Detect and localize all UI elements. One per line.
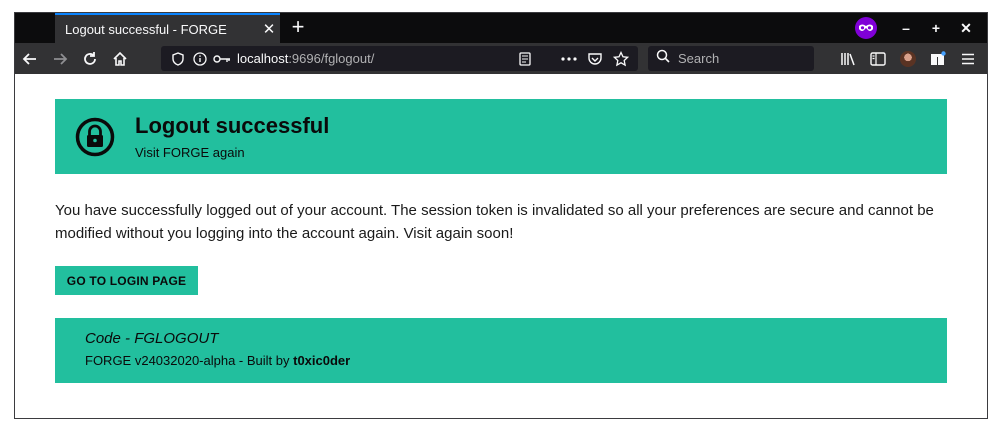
page-title: Logout successful xyxy=(135,113,330,138)
avatar[interactable] xyxy=(893,50,923,67)
go-to-login-button[interactable]: GO TO LOGIN PAGE xyxy=(55,266,198,295)
new-tab-button[interactable]: + xyxy=(287,16,309,40)
url-host: localhost xyxy=(237,51,289,66)
navigation-toolbar: localhost:9696/fglogout/ Search xyxy=(15,43,987,74)
tab-title: Logout successful - FORGE xyxy=(65,21,227,37)
url-bar-actions xyxy=(512,46,634,71)
library-icon[interactable] xyxy=(833,52,863,66)
key-icon[interactable] xyxy=(211,54,233,64)
search-input[interactable]: Search xyxy=(648,46,814,71)
reader-icon[interactable] xyxy=(512,51,538,66)
logout-message: You have successfully logged out of your… xyxy=(55,202,934,242)
menu-icon[interactable] xyxy=(953,53,983,65)
footer-version-text: FORGE v24032020-alpha - Built by xyxy=(85,353,294,368)
extensions-icon[interactable] xyxy=(923,50,953,67)
search-icon xyxy=(656,49,670,68)
back-icon[interactable] xyxy=(15,45,45,73)
more-icon[interactable] xyxy=(556,56,582,61)
browser-window: Logout successful - FORGE ✕ + – + ✕ loca… xyxy=(14,12,988,419)
footer-code: Code - FGLOGOUT xyxy=(85,330,219,347)
page-subtitle: Visit FORGE again xyxy=(135,145,245,160)
window-controls: – + ✕ xyxy=(855,13,981,43)
tab-close-icon[interactable]: ✕ xyxy=(258,20,280,38)
minimize-button[interactable]: – xyxy=(891,20,921,36)
search-placeholder: Search xyxy=(678,51,720,66)
url-bar[interactable]: localhost:9696/fglogout/ xyxy=(161,46,638,71)
close-window-button[interactable]: ✕ xyxy=(951,20,981,37)
tab-active[interactable]: Logout successful - FORGE ✕ xyxy=(55,13,280,43)
reload-icon[interactable] xyxy=(75,45,105,73)
pocket-icon[interactable] xyxy=(582,52,608,66)
title-bar: Logout successful - FORGE ✕ + – + ✕ xyxy=(15,13,987,43)
home-icon[interactable] xyxy=(105,45,135,73)
footer-banner: Code - FGLOGOUT FORGE v24032020-alpha - … xyxy=(55,318,947,383)
shield-icon[interactable] xyxy=(167,51,189,66)
maximize-button[interactable]: + xyxy=(921,20,951,36)
url-path: :9696/fglogout/ xyxy=(288,51,375,66)
sidebar-icon[interactable] xyxy=(863,51,893,66)
page-content: Logout successful Visit FORGE again You … xyxy=(15,74,987,418)
forward-icon[interactable] xyxy=(45,45,75,73)
header-text: Logout successful Visit FORGE again xyxy=(135,113,329,160)
private-browsing-icon xyxy=(855,17,877,39)
url-text[interactable]: localhost:9696/fglogout/ xyxy=(237,51,374,66)
footer-version: FORGE v24032020-alpha - Built by t0xic0d… xyxy=(85,353,947,368)
lock-icon xyxy=(75,117,115,156)
star-icon[interactable] xyxy=(608,50,634,67)
toolbar-actions xyxy=(833,43,983,74)
footer-author: t0xic0der xyxy=(293,353,351,368)
header-banner: Logout successful Visit FORGE again xyxy=(55,99,947,174)
info-icon[interactable] xyxy=(189,51,211,66)
